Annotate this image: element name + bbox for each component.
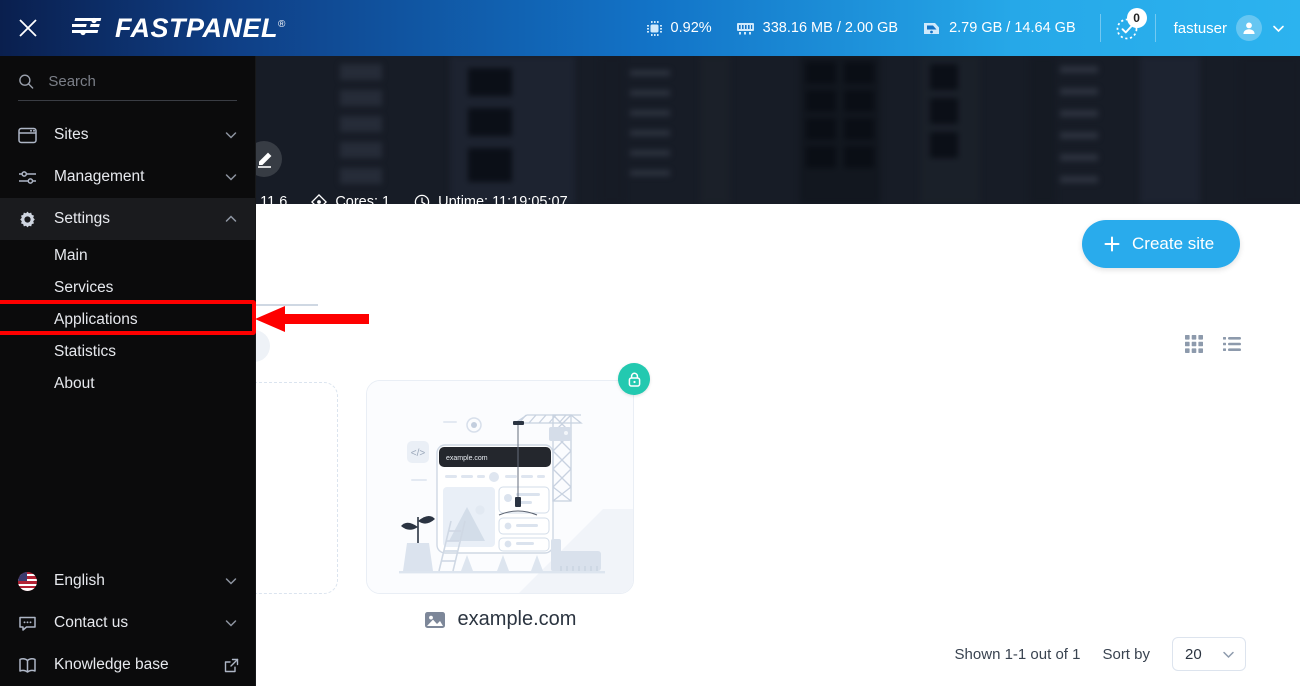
external-link-icon [224, 658, 239, 672]
server-info-line: an 11.6 Cores: 1 Uptime: 11:19:05:07 [232, 194, 582, 204]
sidebar-nav: Sites Management Settings Main Services … [0, 114, 255, 400]
sidebar-subitem-applications[interactable]: Applications [0, 304, 255, 336]
view-toggle-group [1184, 334, 1242, 354]
stat-cpu: 0.92% [646, 20, 712, 37]
site-card-preview[interactable]: </> example.com [366, 380, 634, 594]
svg-text:example.com: example.com [446, 455, 488, 462]
brand-logo-group: FASTPANEL® [72, 13, 286, 44]
sort-by-label: Sort by [1102, 645, 1150, 663]
cores-text: Cores: 1 [335, 194, 391, 204]
list-view-toggle[interactable] [1222, 334, 1242, 354]
search-icon [19, 74, 34, 89]
fastpanel-mark-icon [72, 17, 102, 36]
uptime-text: Uptime: 11:19:05:07 [438, 194, 568, 204]
sidebar-search-wrapper [18, 63, 237, 101]
chevron-down-icon [225, 174, 237, 181]
grid-view-toggle[interactable] [1184, 334, 1204, 354]
sidebar-subitem-main[interactable]: Main [0, 240, 255, 272]
sidebar-search-row [0, 56, 255, 108]
sidebar-item-settings[interactable]: Settings [0, 198, 255, 240]
cpu-icon [646, 20, 662, 36]
sidebar-item-label: Settings [54, 210, 111, 227]
page-size-value: 20 [1185, 645, 1202, 663]
settings-submenu: Main Services Applications Statistics Ab… [0, 240, 255, 400]
create-site-button[interactable]: Create site [1082, 220, 1241, 268]
lock-icon [628, 372, 640, 387]
page-size-select[interactable]: 20 [1172, 637, 1246, 671]
cpu-usage-value: 0.92% [670, 20, 712, 36]
sidebar-item-sites[interactable]: Sites [0, 114, 255, 156]
user-avatar-icon [1243, 22, 1255, 34]
gear-icon [16, 210, 38, 229]
close-panel-button[interactable] [0, 0, 56, 56]
sidebar-subitem-label: Main [54, 247, 88, 264]
server-cores-info: Cores: 1 [311, 194, 390, 204]
sidebar-item-contact-us[interactable]: Contact us [0, 602, 255, 644]
app-root: FASTPANEL® 0.92% 338.16 MB / 2.00 GB 2.7… [0, 0, 1300, 686]
user-name-label: fastuser [1173, 19, 1227, 37]
active-tab-underline [256, 304, 318, 306]
sidebar-item-label: Sites [54, 126, 89, 143]
ram-icon [736, 23, 754, 35]
chevron-down-icon [225, 132, 237, 139]
server-uptime-info: Uptime: 11:19:05:07 [414, 194, 568, 204]
user-menu[interactable]: fastuser [1156, 15, 1286, 41]
book-icon [16, 657, 38, 674]
ssl-secure-badge[interactable] [618, 363, 650, 395]
edit-pencil-icon [257, 152, 271, 168]
us-flag-icon [16, 571, 38, 591]
sidebar-subitem-about[interactable]: About [0, 368, 255, 400]
grid-icon [1185, 335, 1203, 353]
sidebar-subitem-label: About [54, 375, 95, 392]
avatar [1236, 15, 1262, 41]
disk-icon [924, 22, 940, 34]
sidebar-subitem-label: Statistics [54, 343, 117, 360]
search-input[interactable] [48, 73, 237, 90]
chevron-down-icon [225, 620, 237, 627]
sidebar-item-language[interactable]: English [0, 560, 255, 602]
window-icon [16, 127, 38, 144]
sidebar: Sites Management [0, 56, 256, 686]
sidebar-subitem-services[interactable]: Services [0, 272, 255, 304]
close-icon [19, 19, 37, 37]
sidebar-item-knowledge-base[interactable]: Knowledge base [0, 644, 255, 686]
chevron-down-icon [1223, 651, 1234, 658]
sliders-icon [16, 169, 38, 186]
top-bar-right: 0.92% 338.16 MB / 2.00 GB 2.79 GB / 14.6… [646, 0, 1300, 56]
shown-count-label: Shown 1-1 out of 1 [954, 645, 1081, 663]
chevron-up-icon [225, 215, 237, 222]
sidebar-item-label: Contact us [54, 614, 129, 631]
list-icon [1223, 337, 1241, 351]
stat-ram: 338.16 MB / 2.00 GB [736, 20, 898, 36]
stat-disk: 2.79 GB / 14.64 GB [922, 20, 1076, 37]
svg-text:</>: </> [411, 448, 426, 459]
clock-icon [414, 194, 430, 204]
notifications-button[interactable]: 0 [1101, 0, 1155, 56]
top-bar: FASTPANEL® 0.92% 338.16 MB / 2.00 GB 2.7… [0, 0, 1300, 56]
sidebar-item-management[interactable]: Management [0, 156, 255, 198]
sidebar-subitem-statistics[interactable]: Statistics [0, 336, 255, 368]
sidebar-item-label: English [54, 572, 105, 589]
brand-registered-mark: ® [278, 18, 286, 30]
sidebar-item-label: Knowledge base [54, 656, 169, 673]
plus-icon [1104, 236, 1120, 252]
chevron-down-icon [1273, 25, 1284, 32]
chat-icon [16, 615, 38, 632]
brand-name: FASTPANEL® [115, 12, 286, 43]
sidebar-subitem-label: Applications [54, 311, 138, 328]
chevron-down-icon [225, 578, 237, 585]
create-site-label: Create site [1132, 234, 1215, 253]
sidebar-subitem-label: Services [54, 279, 114, 296]
notification-count-badge: 0 [1126, 8, 1147, 28]
ram-usage-value: 338.16 MB / 2.00 GB [762, 20, 899, 36]
sidebar-item-label: Management [54, 168, 145, 185]
site-under-construction-illustration: </> example.com [367, 381, 633, 593]
disk-usage-value: 2.79 GB / 14.64 GB [949, 20, 1076, 36]
cores-icon [311, 194, 328, 204]
